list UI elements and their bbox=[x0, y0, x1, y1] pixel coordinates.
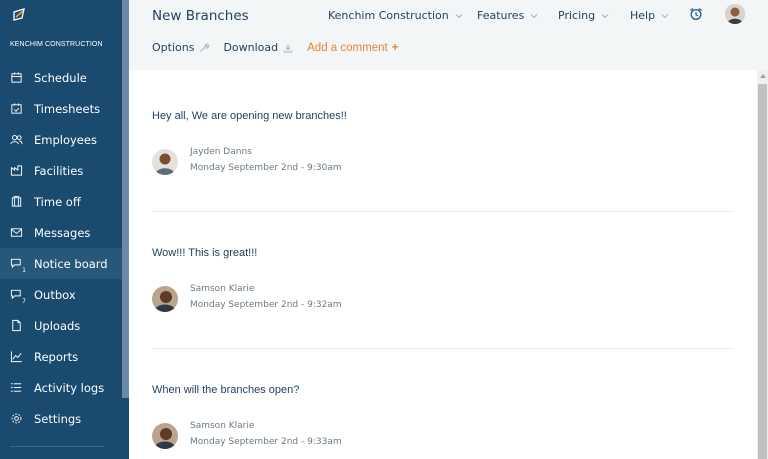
header: New Branches Kenchim Construction Featur… bbox=[129, 0, 768, 70]
nav-pricing-label: Pricing bbox=[558, 9, 596, 22]
alarm-clock-icon[interactable] bbox=[689, 7, 703, 21]
sidebar-item-reports[interactable]: Reports bbox=[0, 341, 122, 372]
user-avatar[interactable] bbox=[725, 4, 745, 24]
sidebar-item-label: Notice board bbox=[34, 256, 108, 271]
company-name: KENCHIM CONSTRUCTION bbox=[10, 41, 103, 48]
sidebar-item-label: Messages bbox=[34, 225, 91, 240]
avatar[interactable] bbox=[152, 149, 178, 175]
timeoff-icon bbox=[9, 195, 23, 209]
nav-company-label: Kenchim Construction bbox=[328, 9, 449, 22]
chevron-down-icon bbox=[661, 13, 669, 18]
download-button[interactable]: Download bbox=[223, 41, 293, 54]
sidebar-divider bbox=[10, 446, 104, 447]
post-divider bbox=[152, 348, 733, 349]
post-divider bbox=[152, 211, 733, 212]
sidebar-scrollbar[interactable] bbox=[122, 0, 129, 398]
sidebar-item-settings[interactable]: Settings bbox=[0, 403, 122, 434]
download-label: Download bbox=[223, 41, 279, 54]
author-name: Samson Klarie bbox=[190, 284, 255, 294]
sidebar-item-label: Employees bbox=[34, 132, 97, 147]
post-author: Samson Klarie Monday September 2nd - 9:3… bbox=[152, 284, 342, 312]
nav-company[interactable]: Kenchim Construction bbox=[328, 9, 463, 22]
avatar[interactable] bbox=[152, 423, 178, 449]
post: When will the branches open? Samson Klar… bbox=[152, 384, 732, 449]
post-date: Monday September 2nd - 9:30am bbox=[190, 163, 342, 173]
calendar-icon bbox=[9, 71, 23, 85]
post-date: Monday September 2nd - 9:32am bbox=[190, 300, 342, 310]
post-author: Jayden Danns Monday September 2nd - 9:30… bbox=[152, 147, 342, 175]
sidebar-nav: Schedule Timesheets Employees Facilities… bbox=[0, 62, 122, 434]
mail-icon bbox=[9, 226, 23, 240]
post-actions: Options Download Add a comment + bbox=[152, 41, 412, 54]
outbox-badge: 7 bbox=[22, 297, 26, 305]
sidebar-item-schedule[interactable]: Schedule bbox=[0, 62, 122, 93]
notice-feed: Hey all, We are opening new branches!! J… bbox=[129, 70, 757, 459]
sidebar-item-facilities[interactable]: Facilities bbox=[0, 155, 122, 186]
logo-icon[interactable] bbox=[12, 8, 26, 22]
sidebar-item-outbox[interactable]: 7 Outbox bbox=[0, 279, 122, 310]
post: Hey all, We are opening new branches!! J… bbox=[152, 110, 732, 175]
options-label: Options bbox=[152, 41, 195, 54]
timesheet-icon bbox=[9, 102, 23, 116]
author-name: Samson Klarie bbox=[190, 421, 255, 431]
sidebar-item-messages[interactable]: Messages bbox=[0, 217, 122, 248]
outbox-icon: 7 bbox=[9, 288, 26, 305]
post-text: Wow!!! This is great!!! bbox=[152, 247, 258, 259]
sidebar-item-label: Reports bbox=[34, 349, 79, 364]
sidebar-item-employees[interactable]: Employees bbox=[0, 124, 122, 155]
sidebar-item-label: Facilities bbox=[34, 163, 84, 178]
plus-icon: + bbox=[391, 41, 399, 54]
sidebar-item-label: Timesheets bbox=[34, 101, 101, 116]
post-date: Monday September 2nd - 9:33am bbox=[190, 437, 342, 447]
add-comment-button[interactable]: Add a comment + bbox=[307, 42, 398, 54]
nav-features-label: Features bbox=[477, 9, 525, 22]
author-name: Jayden Danns bbox=[190, 147, 252, 157]
nav-features[interactable]: Features bbox=[477, 9, 538, 22]
sidebar-item-uploads[interactable]: Uploads bbox=[0, 310, 122, 341]
sidebar-item-label: Uploads bbox=[34, 318, 81, 333]
wrench-icon bbox=[200, 43, 210, 52]
add-comment-label: Add a comment bbox=[307, 41, 388, 54]
sidebar-item-label: Schedule bbox=[34, 70, 87, 85]
chart-icon bbox=[9, 350, 23, 364]
notice-icon: 1 bbox=[9, 257, 26, 274]
notice-badge: 1 bbox=[22, 266, 26, 274]
sidebar: KENCHIM CONSTRUCTION Schedule Timesheets… bbox=[0, 0, 129, 459]
sidebar-item-timeoff[interactable]: Time off bbox=[0, 186, 122, 217]
chevron-down-icon bbox=[455, 13, 463, 18]
nav-help-label: Help bbox=[630, 9, 656, 22]
post-text: When will the branches open? bbox=[152, 384, 300, 396]
avatar[interactable] bbox=[152, 286, 178, 312]
gear-icon bbox=[9, 412, 23, 426]
file-icon bbox=[9, 319, 23, 333]
post-author: Samson Klarie Monday September 2nd - 9:3… bbox=[152, 421, 342, 449]
sidebar-item-label: Time off bbox=[34, 194, 81, 209]
sidebar-item-label: Activity logs bbox=[34, 380, 105, 395]
sidebar-item-timesheets[interactable]: Timesheets bbox=[0, 93, 122, 124]
sidebar-item-activity-logs[interactable]: Activity logs bbox=[0, 372, 122, 403]
scroll-up-icon[interactable] bbox=[760, 74, 766, 78]
employees-icon bbox=[9, 133, 23, 147]
post: Wow!!! This is great!!! Samson Klarie Mo… bbox=[152, 247, 732, 312]
list-icon bbox=[9, 381, 23, 395]
sidebar-item-label: Outbox bbox=[34, 287, 76, 302]
chevron-down-icon bbox=[601, 13, 609, 18]
sidebar-item-notice-board[interactable]: 1 Notice board bbox=[0, 248, 122, 279]
facilities-icon bbox=[9, 164, 23, 178]
nav-help[interactable]: Help bbox=[630, 9, 669, 22]
post-text: Hey all, We are opening new branches!! bbox=[152, 110, 347, 122]
page-title: New Branches bbox=[152, 8, 249, 24]
sidebar-item-label: Settings bbox=[34, 411, 82, 426]
nav-pricing[interactable]: Pricing bbox=[558, 9, 609, 22]
download-icon bbox=[283, 43, 293, 52]
chevron-down-icon bbox=[530, 13, 538, 18]
scroll-thumb[interactable] bbox=[758, 84, 767, 459]
options-button[interactable]: Options bbox=[152, 41, 210, 54]
